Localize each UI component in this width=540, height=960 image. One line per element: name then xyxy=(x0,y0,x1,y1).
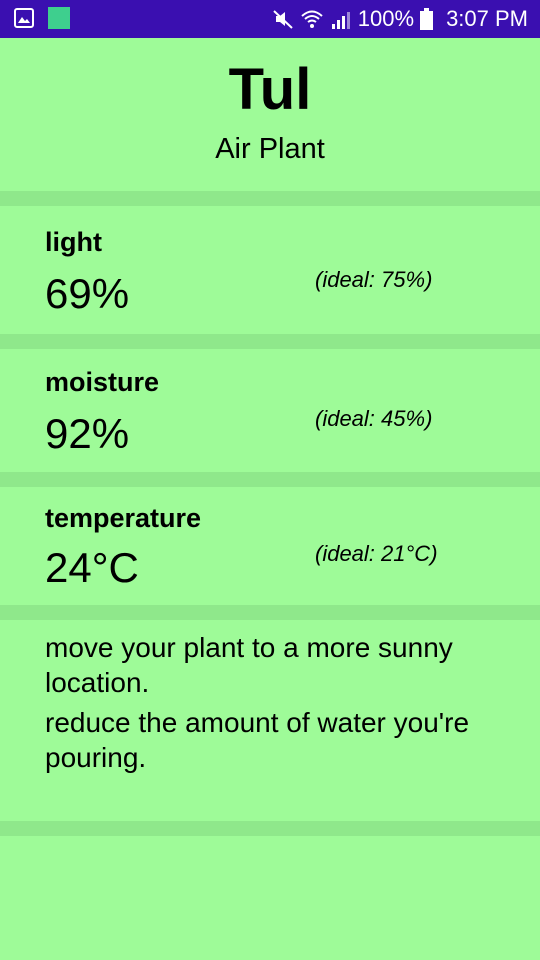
status-bar: 100% 3:07 PM xyxy=(0,0,540,38)
metric-value: 69% xyxy=(45,270,130,317)
metric-label: temperature xyxy=(45,503,202,533)
status-bar-right: 100% 3:07 PM xyxy=(272,0,528,38)
metric-value: 92% xyxy=(45,410,130,457)
mute-icon xyxy=(273,10,293,29)
metric-ideal: (ideal: 21°C) xyxy=(315,541,438,566)
divider xyxy=(0,821,540,836)
plant-header: Tul Air Plant xyxy=(0,38,540,190)
advice-light: move your plant to a more sunny location… xyxy=(45,632,453,698)
metric-ideal: (ideal: 45%) xyxy=(315,406,433,431)
metric-moisture: moisture 92% (ideal: 45%) xyxy=(0,349,540,472)
metric-light: light 69% (ideal: 75%) xyxy=(0,206,540,334)
metric-label: moisture xyxy=(45,367,160,397)
metric-temperature: temperature 24°C (ideal: 21°C) xyxy=(0,487,540,605)
divider xyxy=(0,605,540,620)
gallery-icon xyxy=(14,8,34,28)
metric-value: 24°C xyxy=(45,544,139,591)
plant-name: Tul xyxy=(228,57,312,122)
clock: 3:07 PM xyxy=(446,6,528,31)
metric-ideal: (ideal: 75%) xyxy=(315,267,433,292)
metric-label: light xyxy=(45,227,102,257)
plant-type: Air Plant xyxy=(215,133,325,165)
divider xyxy=(0,334,540,349)
battery-percent: 100% xyxy=(357,6,415,31)
divider xyxy=(0,472,540,487)
app-icon xyxy=(48,7,70,29)
signal-icon xyxy=(331,12,350,29)
wifi-icon xyxy=(301,10,323,28)
advice-water: reduce the amount of water you're pourin… xyxy=(45,707,470,773)
divider xyxy=(0,191,540,206)
battery-icon xyxy=(420,8,434,30)
